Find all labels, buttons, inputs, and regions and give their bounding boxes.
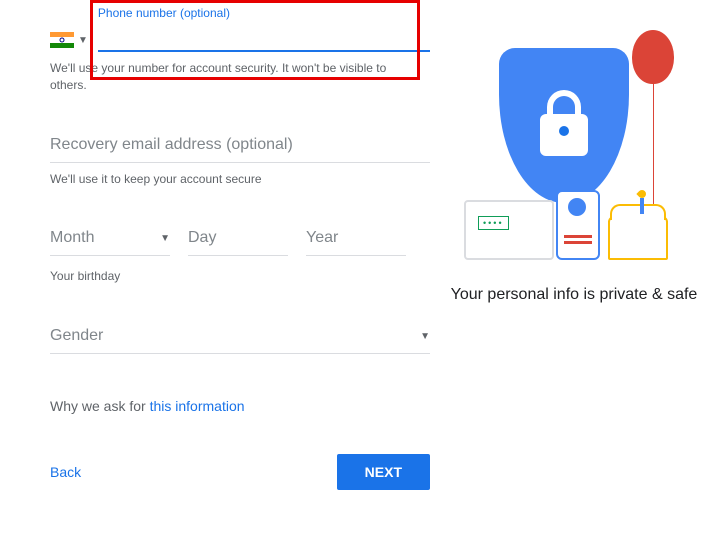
gender-placeholder: Gender — [50, 327, 103, 345]
phone-helper-text: We'll use your number for account securi… — [50, 60, 420, 94]
this-information-link[interactable]: this information — [150, 398, 245, 414]
year-input[interactable] — [306, 221, 406, 256]
country-code-select[interactable]: ▼ — [50, 32, 88, 52]
india-flag-icon — [50, 32, 74, 48]
cake-icon — [608, 216, 668, 260]
gender-select[interactable]: Gender ▼ — [50, 319, 430, 354]
candle-icon — [640, 198, 644, 214]
password-dots-icon: •••• — [478, 216, 509, 230]
keyhole-icon — [559, 126, 569, 136]
phone-input[interactable] — [98, 20, 430, 52]
phone-label: Phone number (optional) — [98, 6, 230, 20]
privacy-illustration: •••• — [464, 40, 684, 270]
info-text: Why we ask for this information — [50, 398, 430, 414]
avatar-icon — [568, 198, 586, 216]
recovery-email-input[interactable] — [50, 128, 430, 163]
chevron-down-icon: ▼ — [78, 35, 88, 46]
chevron-down-icon: ▼ — [420, 331, 430, 342]
next-button[interactable]: NEXT — [337, 454, 430, 490]
balloon-icon — [632, 30, 674, 84]
month-select[interactable]: Month ▼ — [50, 221, 170, 256]
birthday-label: Your birthday — [50, 268, 420, 285]
month-placeholder: Month — [50, 229, 94, 247]
text-lines-icon — [564, 235, 592, 238]
recovery-helper-text: We'll use it to keep your account secure — [50, 171, 420, 188]
day-input[interactable] — [188, 221, 288, 256]
chevron-down-icon: ▼ — [160, 233, 170, 244]
laptop-icon — [464, 200, 554, 260]
back-button[interactable]: Back — [50, 464, 81, 480]
info-prefix: Why we ask for — [50, 398, 150, 414]
privacy-tagline: Your personal info is private & safe — [444, 286, 704, 304]
